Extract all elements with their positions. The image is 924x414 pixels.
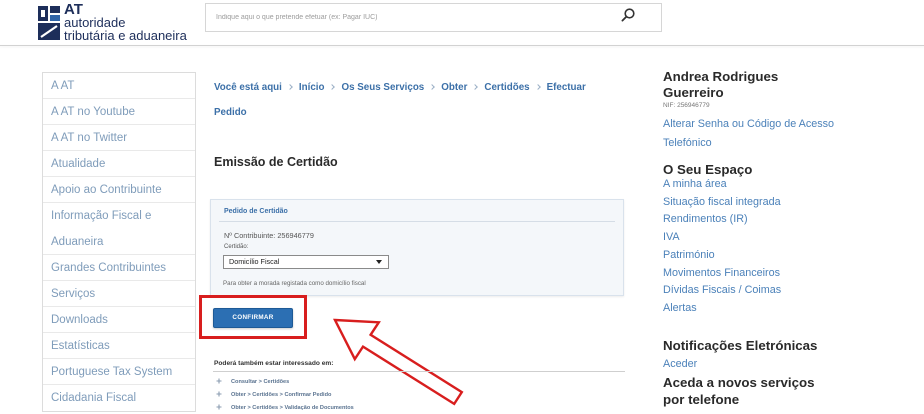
my-space-link-movimentos[interactable]: Movimentos Financeiros — [663, 265, 781, 283]
breadcrumb: Você está aqui Início Os Seus Serviços Obte… — [214, 75, 609, 125]
sidebar-item-youtube[interactable]: A AT no Youtube — [43, 99, 195, 125]
change-access-link[interactable]: Alterar Senha ou Código de Acesso Telefó… — [663, 115, 848, 153]
form-heading: Pedido de Certidão — [224, 208, 288, 215]
chevron-right-icon — [534, 84, 541, 90]
breadcrumb-link-inicio[interactable]: Início — [299, 82, 325, 93]
related-link-validacao-documentos[interactable]: Obter > Certidões > Validação de Documen… — [216, 403, 354, 413]
breadcrumb-prefix: Você está aqui — [214, 82, 282, 93]
breadcrumb-link-servicos[interactable]: Os Seus Serviços — [341, 82, 424, 93]
sidebar-item-servicos[interactable]: Serviços — [43, 281, 195, 307]
my-space-link-patrimonio[interactable]: Património — [663, 247, 781, 265]
related-link-label: Obter > Certidões > Confirmar Pedido — [231, 392, 332, 398]
sidebar-item-apoio[interactable]: Apoio ao Contribuinte — [43, 177, 195, 203]
certificate-hint: Para obter a morada registada como domic… — [223, 280, 366, 287]
at-logo[interactable]: AT autoridade tributária e aduaneira — [38, 2, 200, 43]
my-space-link-minha-area[interactable]: A minha área — [663, 176, 781, 194]
related-link-label: Consultar > Certidões — [231, 379, 290, 385]
chevron-right-icon — [472, 84, 479, 90]
sidebar-item-estatisticas[interactable]: Estatísticas — [43, 333, 195, 359]
taxpayer-number: Nº Contribuinte: 256946779 — [224, 231, 314, 240]
related-link-confirmar-pedido[interactable]: Obter > Certidões > Confirmar Pedido — [216, 390, 331, 400]
annotation-arrow-shape — [332, 318, 464, 406]
sidebar-item-twitter[interactable]: A AT no Twitter — [43, 125, 195, 151]
chevron-right-icon — [429, 84, 436, 90]
certificate-label: Certidão: — [224, 244, 249, 250]
logo-line-tributaria: tributária e aduaneira — [64, 27, 187, 43]
certificate-request-form: Pedido de Certidão Nº Contribuinte: 2569… — [210, 199, 624, 296]
my-space-link-rendimentos[interactable]: Rendimentos (IR) — [663, 211, 781, 229]
sidebar-item-a-at[interactable]: A AT — [43, 73, 195, 99]
related-divider — [213, 371, 625, 372]
my-space-list: A minha área Situação fiscal integrada R… — [663, 176, 781, 318]
sidebar-item-cidadania-fiscal[interactable]: Cidadania Fiscal — [43, 385, 195, 411]
related-heading: Poderá também estar interessado em: — [214, 360, 334, 367]
sidebar-item-informacao-fiscal[interactable]: Informação Fiscal e Aduaneira — [43, 203, 195, 255]
sidebar-item-atualidade[interactable]: Atualidade — [43, 151, 195, 177]
chevron-right-icon — [287, 84, 293, 90]
at-logo-icon — [38, 6, 60, 40]
sidebar-item-portuguese-tax-system[interactable]: Portuguese Tax System — [43, 359, 195, 385]
certificate-select-value: Domicílio Fiscal — [229, 257, 280, 266]
dropdown-arrow-icon — [376, 260, 382, 264]
my-space-link-situacao-fiscal[interactable]: Situação fiscal integrada — [663, 194, 781, 212]
plus-icon — [216, 391, 222, 397]
breadcrumb-link-certidoes[interactable]: Certidões — [484, 82, 529, 93]
related-link-label: Obter > Certidões > Validação de Documen… — [231, 405, 354, 411]
page-title: Emissão de Certidão — [214, 155, 338, 169]
my-space-link-iva[interactable]: IVA — [663, 229, 781, 247]
sidebar-item-downloads[interactable]: Downloads — [43, 307, 195, 333]
phone-services-heading: Aceda a novos serviços por telefone — [663, 375, 815, 407]
certificate-select[interactable]: Domicílio Fiscal — [223, 255, 389, 269]
highlight-box — [199, 295, 307, 339]
sidebar-item-label: Informação Fiscal e Aduaneira — [51, 210, 152, 248]
header-divider — [0, 45, 924, 46]
search-icon[interactable] — [621, 8, 635, 22]
notifications-access-link[interactable]: Aceder — [663, 356, 697, 372]
breadcrumb-link-obter[interactable]: Obter — [441, 82, 467, 93]
related-link-consultar-certidoes[interactable]: Consultar > Certidões — [216, 377, 289, 387]
plus-icon — [216, 378, 222, 384]
sidebar-nav: A AT A AT no Youtube A AT no Twitter Atu… — [42, 72, 196, 412]
form-divider — [219, 221, 615, 222]
user-name: Andrea Rodrigues Guerreiro — [663, 69, 779, 100]
plus-icon — [216, 404, 222, 410]
user-nif: NIF: 256946779 — [663, 102, 710, 109]
search-bar — [205, 3, 662, 32]
search-input[interactable] — [206, 4, 661, 31]
notifications-heading: Notificações Eletrónicas — [663, 338, 818, 353]
chevron-right-icon — [329, 84, 336, 90]
logo-text: AT autoridade tributária e aduaneira — [64, 2, 187, 43]
my-space-link-alertas[interactable]: Alertas — [663, 300, 781, 318]
my-space-link-dividas[interactable]: Dívidas Fiscais / Coimas — [663, 282, 781, 300]
sidebar-item-grandes-contribuintes[interactable]: Grandes Contribuintes — [43, 255, 195, 281]
